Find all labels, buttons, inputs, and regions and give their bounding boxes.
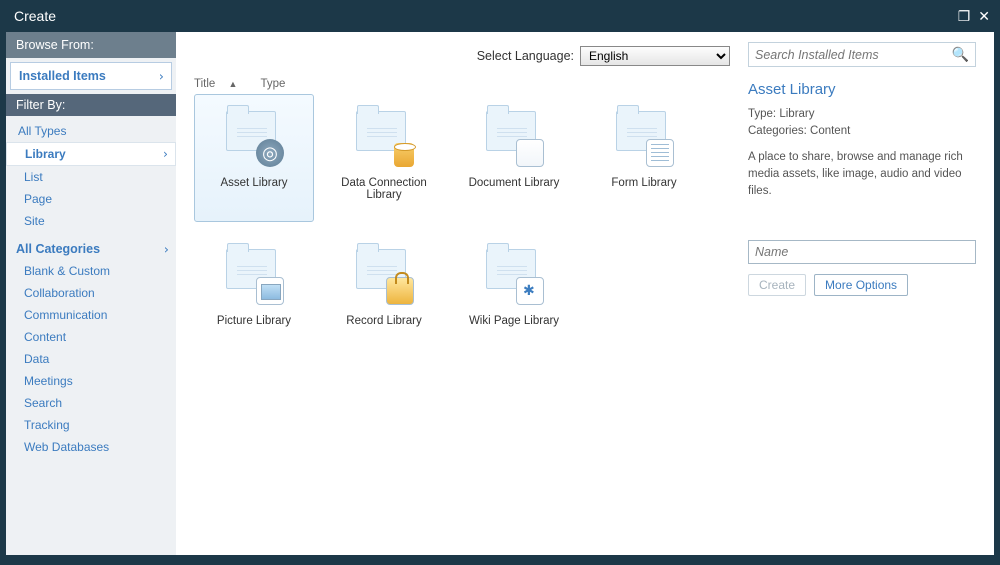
picture-icon xyxy=(256,277,284,305)
category-data[interactable]: Data xyxy=(6,348,176,370)
browse-from-header: Browse From: xyxy=(6,32,176,58)
language-bar: Select Language: English xyxy=(194,42,730,78)
item-label: Picture Library xyxy=(217,315,291,327)
filter-by-header: Filter By: xyxy=(6,94,176,116)
sidebar: Browse From: Installed Items › Filter By… xyxy=(6,32,176,555)
chevron-right-icon: › xyxy=(162,242,170,257)
filter-type-site[interactable]: Site xyxy=(6,210,176,232)
category-tracking[interactable]: Tracking xyxy=(6,414,176,436)
folder-icon xyxy=(222,243,286,307)
chevron-right-icon: › xyxy=(162,147,169,161)
category-communication[interactable]: Communication xyxy=(6,304,176,326)
folder-icon xyxy=(482,243,546,307)
item-picture-library[interactable]: Picture Library xyxy=(194,232,314,360)
detail-categories-value: Content xyxy=(810,125,850,137)
search-icon[interactable]: 🔍 xyxy=(952,46,969,63)
detail-title: Asset Library xyxy=(748,81,976,98)
language-select[interactable]: English xyxy=(580,46,730,66)
items-grid: ◎ Asset Library Data Connection Library … xyxy=(194,94,730,360)
form-icon xyxy=(646,139,674,167)
item-data-connection-library[interactable]: Data Connection Library xyxy=(324,94,444,222)
category-content[interactable]: Content xyxy=(6,326,176,348)
sort-title[interactable]: Title ▲ xyxy=(194,78,247,90)
search-input[interactable] xyxy=(755,48,952,62)
lock-icon xyxy=(386,277,414,305)
item-label: Form Library xyxy=(611,177,676,189)
folder-icon xyxy=(482,105,546,169)
window-controls: ❐ ✕ xyxy=(958,9,990,23)
item-asset-library[interactable]: ◎ Asset Library xyxy=(194,94,314,222)
category-blank-custom[interactable]: Blank & Custom xyxy=(6,260,176,282)
select-language-label: Select Language: xyxy=(477,49,574,63)
details-panel: 🔍 Asset Library Type: Library Categories… xyxy=(748,32,994,555)
content-pane: Browse From: Installed Items › Filter By… xyxy=(6,32,994,555)
detail-meta: Type: Library Categories: Content xyxy=(748,106,976,141)
document-icon xyxy=(516,139,544,167)
more-options-button[interactable]: More Options xyxy=(814,274,908,296)
folder-icon xyxy=(612,105,676,169)
folder-icon xyxy=(352,243,416,307)
main-area: Select Language: English Title ▲ Type ◎ … xyxy=(176,32,994,555)
name-input[interactable] xyxy=(748,240,976,264)
item-record-library[interactable]: Record Library xyxy=(324,232,444,360)
dialog-title: Create xyxy=(14,8,56,24)
chevron-right-icon: › xyxy=(157,69,165,84)
item-wiki-page-library[interactable]: Wiki Page Library xyxy=(454,232,574,360)
search-box[interactable]: 🔍 xyxy=(748,42,976,67)
filter-type-page[interactable]: Page xyxy=(6,188,176,210)
installed-items-label: Installed Items xyxy=(19,69,106,83)
item-form-library[interactable]: Form Library xyxy=(584,94,704,222)
sort-bar: Title ▲ Type xyxy=(194,78,730,94)
category-meetings[interactable]: Meetings xyxy=(6,370,176,392)
titlebar: Create ❐ ✕ xyxy=(6,4,994,32)
detail-type-value: Library xyxy=(779,108,814,120)
maximize-icon[interactable]: ❐ xyxy=(958,9,971,23)
item-label: Data Connection Library xyxy=(325,177,443,201)
film-reel-icon: ◎ xyxy=(256,139,284,167)
folder-icon: ◎ xyxy=(222,105,286,169)
all-categories-label: All Categories xyxy=(16,242,100,256)
close-icon[interactable]: ✕ xyxy=(978,9,990,23)
create-dialog: Create ❐ ✕ Browse From: Installed Items … xyxy=(0,0,1000,565)
item-label: Document Library xyxy=(469,177,560,189)
filter-type-label: Library xyxy=(25,147,66,161)
detail-categories-label: Categories: xyxy=(748,125,807,137)
filter-type-library[interactable]: Library › xyxy=(6,142,176,166)
category-collaboration[interactable]: Collaboration xyxy=(6,282,176,304)
item-label: Record Library xyxy=(346,315,421,327)
item-label: Asset Library xyxy=(220,177,287,189)
category-search[interactable]: Search xyxy=(6,392,176,414)
item-label: Wiki Page Library xyxy=(469,315,559,327)
grid-area: Select Language: English Title ▲ Type ◎ … xyxy=(176,32,748,555)
filter-all-types[interactable]: All Types xyxy=(6,120,176,142)
item-document-library[interactable]: Document Library xyxy=(454,94,574,222)
folder-icon xyxy=(352,105,416,169)
category-web-databases[interactable]: Web Databases xyxy=(6,436,176,458)
filter-type-list[interactable]: List xyxy=(6,166,176,188)
create-button[interactable]: Create xyxy=(748,274,806,296)
sort-type[interactable]: Type xyxy=(260,78,285,90)
detail-buttons: Create More Options xyxy=(748,274,976,296)
database-icon xyxy=(394,143,414,167)
detail-description: A place to share, browse and manage rich… xyxy=(748,149,976,201)
installed-items-button[interactable]: Installed Items › xyxy=(10,62,172,90)
sort-ascending-icon: ▲ xyxy=(229,79,238,89)
all-categories-header[interactable]: All Categories › xyxy=(6,238,176,260)
detail-type-label: Type: xyxy=(748,108,776,120)
wiki-icon xyxy=(516,277,544,305)
